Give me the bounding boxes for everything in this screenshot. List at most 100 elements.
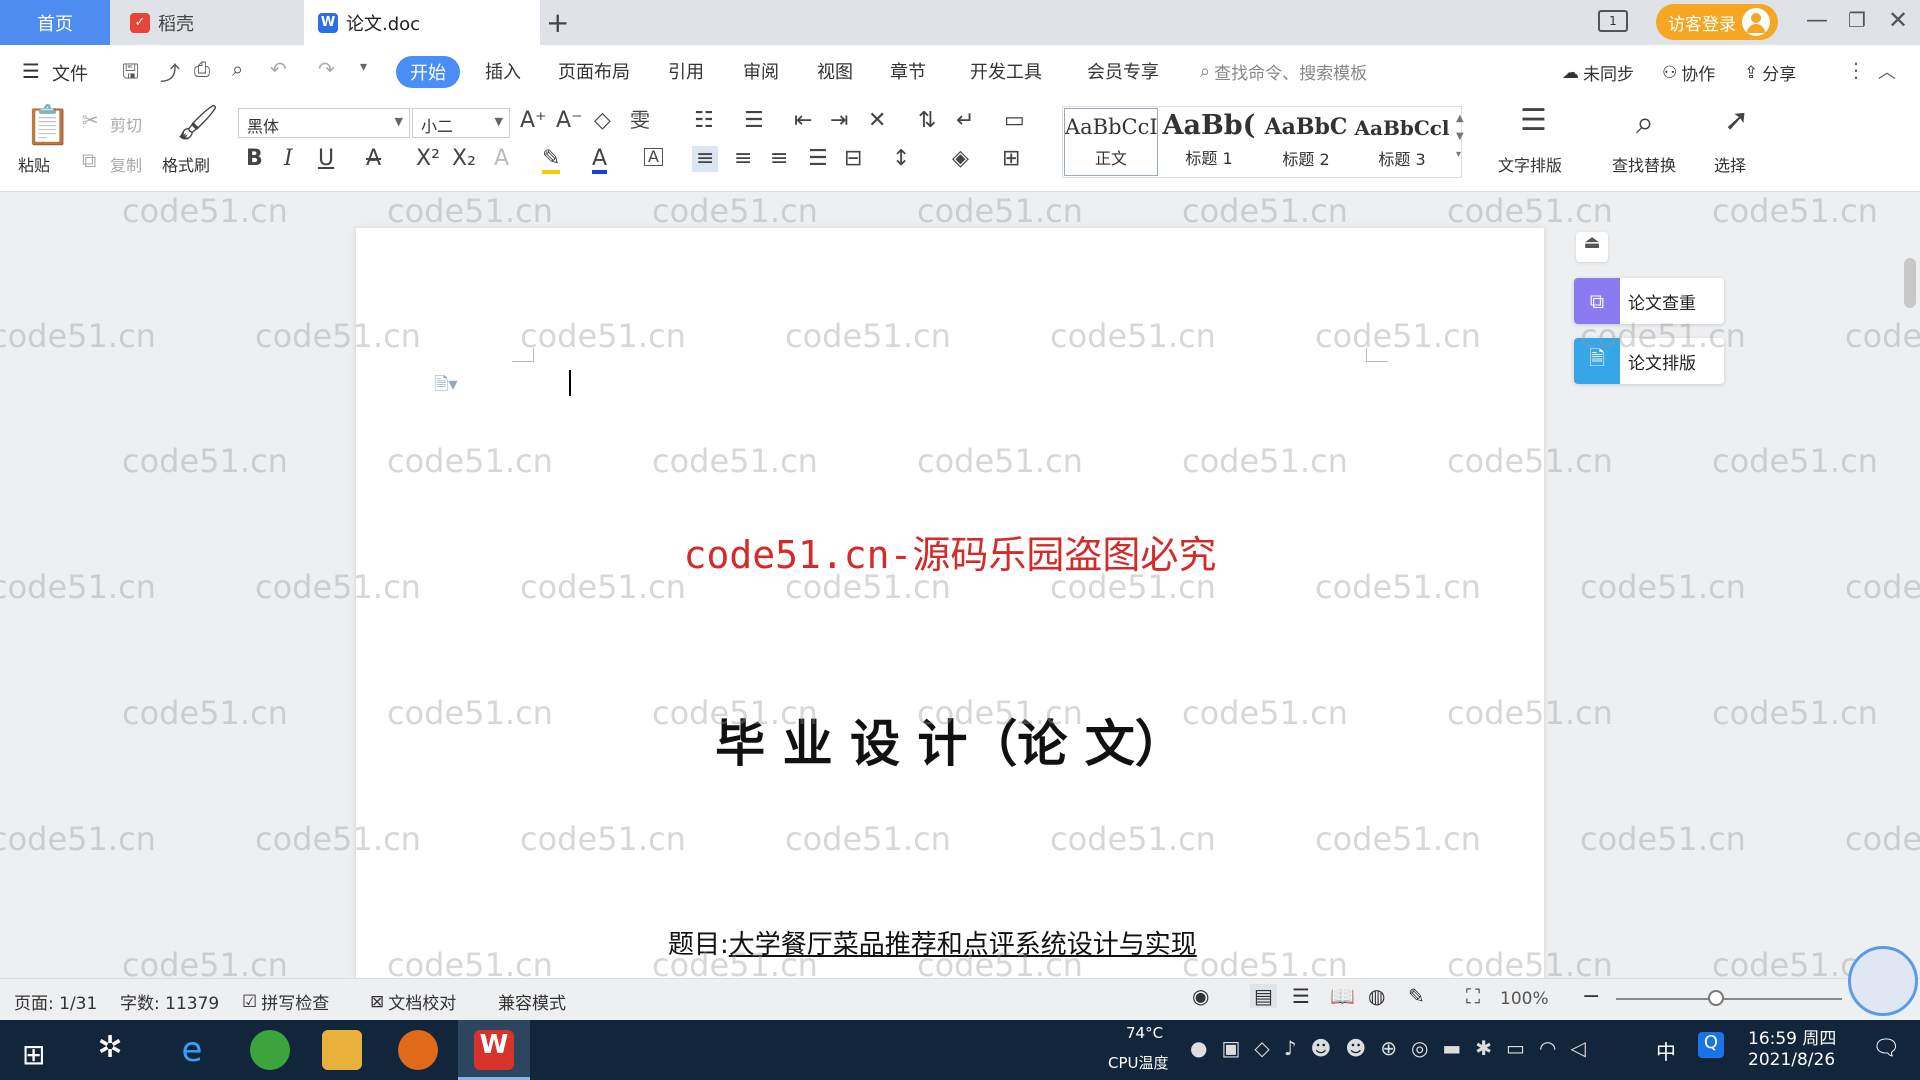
- tab-home[interactable]: 首页: [0, 0, 110, 45]
- text-layout-button[interactable]: 文字排版: [1498, 152, 1562, 176]
- print-preview-icon[interactable]: ⌕: [232, 57, 243, 81]
- scissors-icon[interactable]: ✂: [82, 110, 99, 130]
- style-heading-3[interactable]: AaBbCcl 标题 3: [1354, 108, 1450, 176]
- increase-indent-icon[interactable]: ⇥: [830, 110, 848, 132]
- scrollbar-thumb[interactable]: [1904, 258, 1916, 308]
- vertical-scrollbar[interactable]: [1900, 192, 1920, 978]
- subscript-icon[interactable]: X₂: [452, 148, 476, 170]
- format-painter-button[interactable]: 格式刷: [162, 152, 210, 176]
- spell-check-button[interactable]: ☑ 拼写检查: [242, 989, 329, 1015]
- visitor-login-button[interactable]: 访客登录: [1656, 4, 1778, 40]
- tab-view[interactable]: 视图: [817, 58, 853, 84]
- italic-icon[interactable]: I: [284, 148, 293, 170]
- tab-page-layout[interactable]: 页面布局: [558, 58, 630, 84]
- zoom-out-icon[interactable]: −: [1582, 984, 1600, 1009]
- redo-icon[interactable]: ↷: [318, 57, 335, 81]
- select-button[interactable]: 选择: [1714, 152, 1746, 176]
- save-icon[interactable]: 🖫: [122, 57, 139, 91]
- search-app-icon[interactable]: Q: [1698, 1032, 1724, 1058]
- numbered-list-icon[interactable]: ☰: [744, 110, 764, 132]
- app-avatar-icon[interactable]: [398, 1030, 438, 1070]
- style-gallery-scroll[interactable]: ▲ ▼ ▾: [1456, 110, 1464, 164]
- phonetic-guide-icon[interactable]: 雯: [630, 110, 650, 130]
- font-name-select[interactable]: 黑体 ▼: [238, 108, 410, 138]
- collapse-panel-icon[interactable]: ⏏: [1576, 232, 1608, 262]
- justify-icon[interactable]: ☰: [808, 148, 828, 170]
- proofread-button[interactable]: ⊠ 文档校对: [370, 989, 456, 1015]
- clock-time[interactable]: 16:59 周四: [1748, 1024, 1836, 1049]
- quick-access-dropdown-icon[interactable]: ▾: [360, 59, 367, 75]
- tab-review[interactable]: 审阅: [743, 58, 779, 84]
- word-count[interactable]: 字数: 11379: [120, 989, 219, 1014]
- tab-chapter[interactable]: 章节: [890, 58, 926, 84]
- tray-icons[interactable]: ●▣◇♪☻☻⊕◎▬✱▭◠◁: [1190, 1036, 1600, 1060]
- line-spacing-icon[interactable]: ↕: [892, 148, 910, 170]
- paste-icon[interactable]: 📋: [24, 106, 71, 144]
- sync-status[interactable]: ☁ 未同步: [1562, 60, 1634, 86]
- borders-icon[interactable]: ⊞: [1002, 148, 1020, 170]
- file-menu[interactable]: 文件: [52, 60, 88, 86]
- paste-options-icon[interactable]: 🗎▾: [434, 372, 458, 402]
- undo-icon[interactable]: ↶: [270, 57, 287, 81]
- clear-format-icon[interactable]: ◇: [594, 110, 611, 132]
- copy-button[interactable]: 复制: [110, 152, 142, 176]
- highlight-icon[interactable]: ✎: [542, 148, 561, 174]
- document-page[interactable]: 🗎▾ code51.cn-源码乐园盗图必究 毕 业 设 计（论 文） 题目:大学…: [356, 228, 1544, 1008]
- character-border-icon[interactable]: A: [644, 148, 663, 166]
- cursor-icon[interactable]: ➚: [1724, 106, 1749, 136]
- paste-button[interactable]: 粘贴: [18, 152, 50, 176]
- tab-member[interactable]: 会员专享: [1087, 58, 1159, 84]
- export-icon[interactable]: ⤴: [160, 57, 180, 86]
- file-explorer-icon[interactable]: [322, 1030, 362, 1070]
- superscript-icon[interactable]: X²: [416, 148, 440, 170]
- tab-start[interactable]: 开始: [396, 56, 460, 88]
- minimize-icon[interactable]: —: [1806, 8, 1828, 33]
- format-painter-icon[interactable]: 🖌: [176, 106, 219, 140]
- write-mode-icon[interactable]: ✎: [1408, 984, 1425, 1008]
- app-pinwheel-icon[interactable]: ✲: [90, 1030, 130, 1070]
- align-center-icon[interactable]: ≡: [734, 148, 752, 170]
- bullet-list-icon[interactable]: ☷: [694, 110, 714, 132]
- strikethrough-icon[interactable]: A: [366, 148, 381, 170]
- zoom-slider-thumb[interactable]: [1708, 990, 1724, 1006]
- style-heading-1[interactable]: AaBb( 标题 1: [1160, 108, 1258, 176]
- sort-icon[interactable]: ⇅: [918, 110, 936, 132]
- cut-button[interactable]: 剪切: [110, 112, 142, 136]
- thesis-layout-button[interactable]: 🗎 论文排版: [1574, 338, 1724, 384]
- style-heading-2[interactable]: AaBbC 标题 2: [1258, 108, 1354, 176]
- restore-icon[interactable]: ❐: [1848, 8, 1866, 32]
- ime-indicator[interactable]: 中: [1656, 1036, 1676, 1065]
- eye-protection-icon[interactable]: ◉: [1192, 984, 1209, 1008]
- zoom-level[interactable]: 100%: [1500, 989, 1549, 1009]
- notification-icon[interactable]: 🗨: [1872, 1036, 1900, 1061]
- clock-date[interactable]: 2021/8/26: [1748, 1050, 1835, 1070]
- add-tab-button[interactable]: +: [546, 6, 569, 39]
- ruler-icon[interactable]: ▭: [1004, 110, 1025, 132]
- text-effect-icon[interactable]: A: [494, 148, 509, 170]
- align-right-icon[interactable]: ≡: [770, 148, 788, 170]
- find-replace-button[interactable]: 查找替换: [1612, 152, 1676, 176]
- font-color-icon[interactable]: A: [592, 148, 608, 174]
- align-left-icon[interactable]: ≡: [692, 146, 719, 172]
- decrease-font-icon[interactable]: A⁻: [556, 110, 583, 132]
- browser-360-icon[interactable]: [250, 1030, 290, 1070]
- thesis-check-button[interactable]: ⧉ 论文查重: [1574, 278, 1724, 324]
- font-size-select[interactable]: 小二 ▼: [412, 108, 510, 138]
- tab-references[interactable]: 引用: [668, 58, 704, 84]
- share-button[interactable]: ⇪ 分享: [1744, 60, 1796, 86]
- command-search[interactable]: ⌕ 查找命令、搜索模板: [1200, 59, 1367, 84]
- underline-icon[interactable]: U: [318, 148, 334, 170]
- close-icon[interactable]: ✕: [1888, 6, 1908, 34]
- menu-icon[interactable]: ☰: [22, 59, 40, 83]
- assistant-avatar[interactable]: [1848, 946, 1918, 1016]
- collapse-ribbon-icon[interactable]: ︿: [1878, 58, 1896, 84]
- reading-view-icon[interactable]: 📖: [1330, 984, 1355, 1008]
- tab-developer[interactable]: 开发工具: [970, 58, 1042, 84]
- copy-icon[interactable]: ⧉: [82, 150, 96, 170]
- magnifier-icon[interactable]: ⌕: [1636, 106, 1654, 138]
- collaborate-button[interactable]: ⚇ 协作: [1662, 60, 1715, 86]
- page-view-icon[interactable]: ▤: [1250, 984, 1277, 1008]
- window-layout-icon[interactable]: 1: [1598, 10, 1628, 32]
- bold-icon[interactable]: B: [246, 148, 263, 170]
- internet-explorer-icon[interactable]: e: [172, 1030, 212, 1070]
